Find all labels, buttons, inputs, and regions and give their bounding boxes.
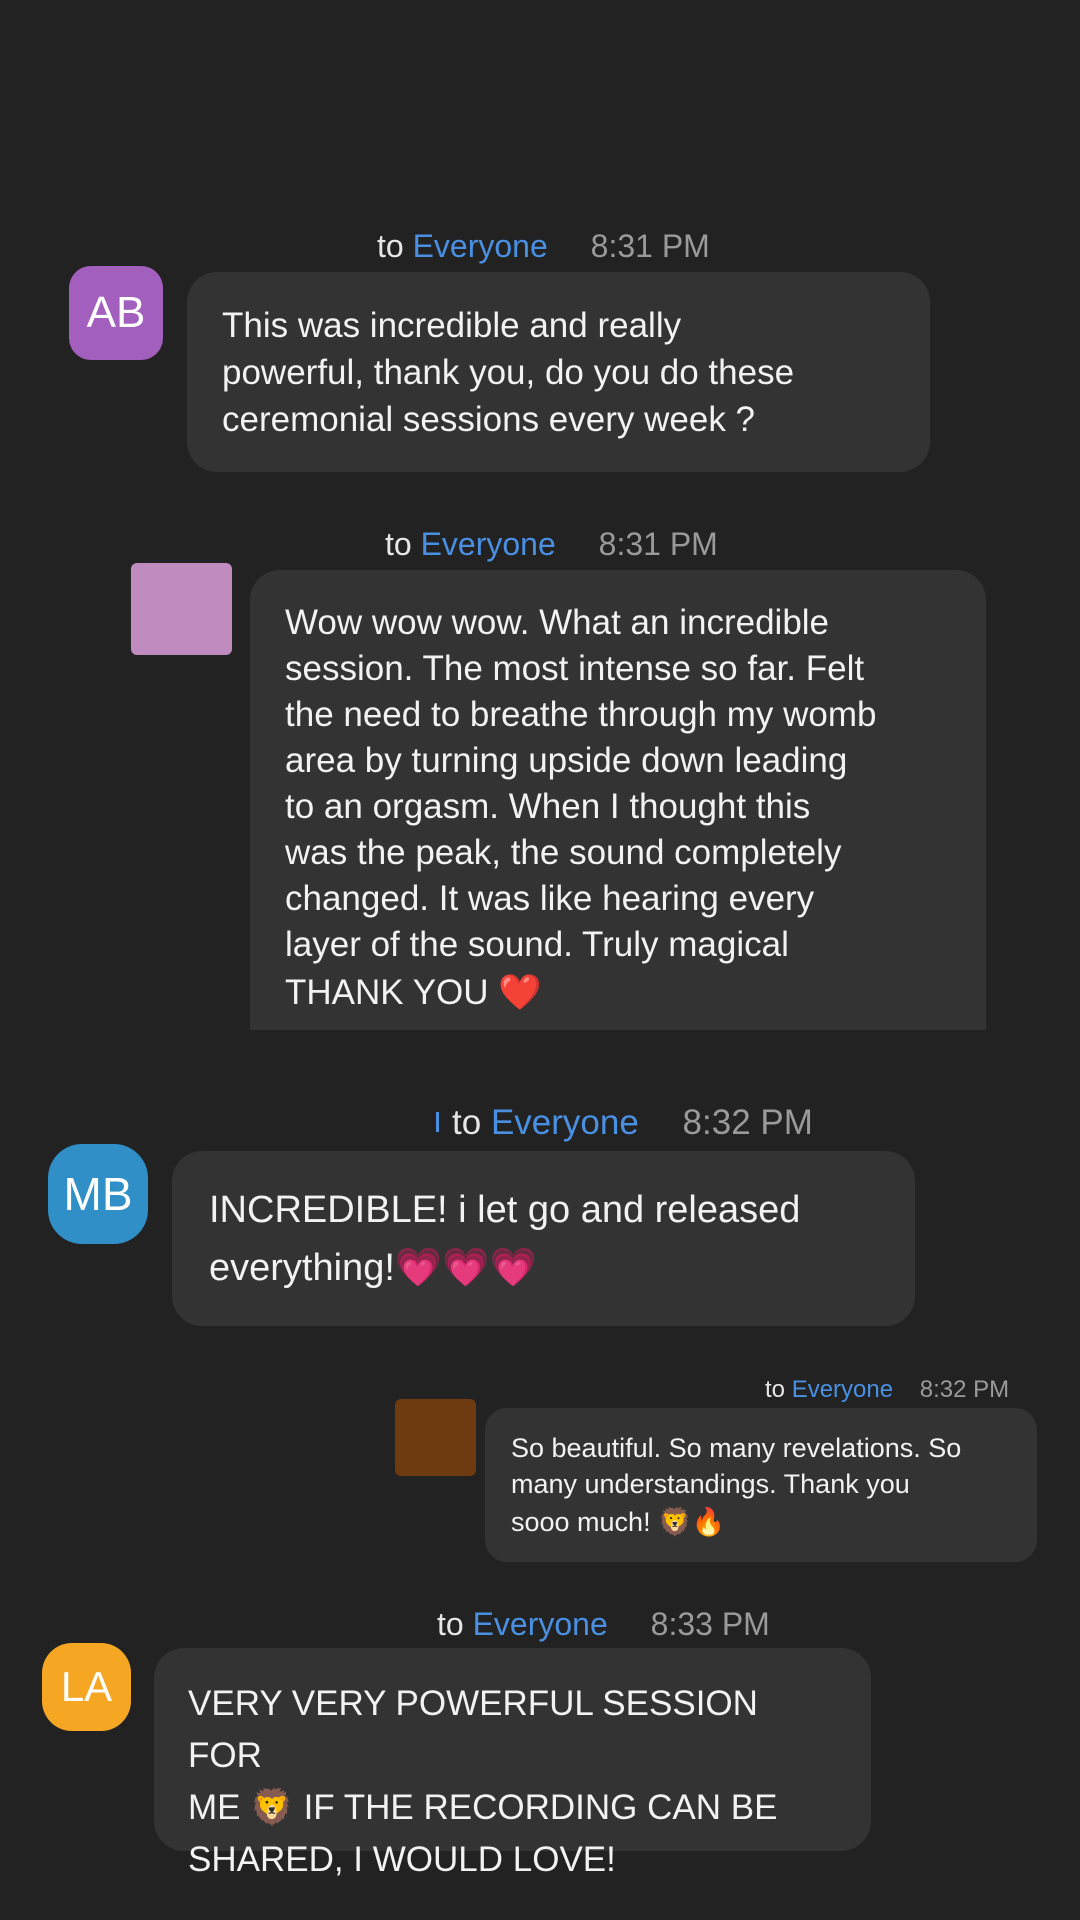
message-meta: to Everyone 8:33 PM [437,1606,770,1643]
message-text-last-line: THANK YOU ❤️ [285,970,951,1016]
recipient-prefix: to [452,1103,482,1142]
message-text: VERY VERY POWERFUL SESSION FOR [188,1684,758,1775]
message-text: IF THE RECORDING CAN BE [303,1788,778,1827]
message-meta: to Everyone 8:32 PM [452,1103,813,1143]
message-meta: to Everyone 8:31 PM [385,526,718,563]
message-time: 8:31 PM [590,228,710,264]
message-meta: to Everyone 8:31 PM [377,228,710,265]
message-time: 8:33 PM [650,1606,770,1642]
sender-name-fragment [436,1112,439,1132]
message-text: INCREDIBLE! i let go and released [209,1189,801,1231]
lion-fire-emoji-icon: 🦁🔥 [658,1507,726,1537]
recipient-prefix: to [377,228,404,264]
lion-emoji-icon: 🦁 [250,1788,294,1827]
message-time: 8:31 PM [598,526,718,562]
message-bubble: INCREDIBLE! i let go and released everyt… [172,1151,915,1326]
recipient-link[interactable]: Everyone [421,526,556,562]
recipient-prefix: to [385,526,412,562]
recipient-link[interactable]: Everyone [473,1606,608,1642]
message-text: THANK YOU [285,973,489,1012]
recipient-prefix: to [765,1376,786,1403]
avatar[interactable] [131,563,232,655]
recipient-prefix: to [437,1606,464,1642]
pink-heart-emoji-icon: 💗💗💗 [394,1247,537,1289]
message-text: everything! [209,1247,395,1289]
avatar[interactable]: AB [69,266,163,360]
recipient-link[interactable]: Everyone [792,1376,893,1403]
message-text: So beautiful. So many revelations. So ma… [511,1433,962,1499]
message-text-last-line: sooo much! 🦁🔥 [511,1504,1011,1540]
message-text: This was incredible and really powerful,… [222,306,795,439]
avatar[interactable]: LA [42,1643,131,1731]
avatar[interactable] [395,1399,476,1476]
message-time: 8:32 PM [682,1103,813,1142]
message-text: SHARED, I WOULD LOVE! [188,1840,616,1879]
heart-emoji-icon: ❤️ [498,973,542,1012]
message-bubble: VERY VERY POWERFUL SESSION FOR ME 🦁 IF T… [154,1648,871,1879]
message-meta: to Everyone 8:32 PM [765,1376,1009,1404]
recipient-link[interactable]: Everyone [413,228,548,264]
recipient-link[interactable]: Everyone [491,1103,639,1142]
avatar-initials: LA [60,1663,113,1710]
avatar[interactable]: MB [48,1144,148,1244]
message-text: sooo much! [511,1507,651,1537]
message-bubble: So beautiful. So many revelations. So ma… [485,1408,1037,1562]
message-text: ME [188,1788,241,1827]
avatar-initials: MB [63,1168,133,1220]
message-text-line: everything!💗💗💗 [209,1239,878,1297]
message-bubble: Wow wow wow. What an incredible session.… [250,570,986,1030]
message-bubble: This was incredible and really powerful,… [187,272,930,472]
message-text-line: ME 🦁 IF THE RECORDING CAN BE [188,1782,837,1834]
avatar-initials: AB [86,288,146,337]
message-time: 8:32 PM [919,1376,1010,1403]
message-text: Wow wow wow. What an incredible session.… [285,603,877,964]
